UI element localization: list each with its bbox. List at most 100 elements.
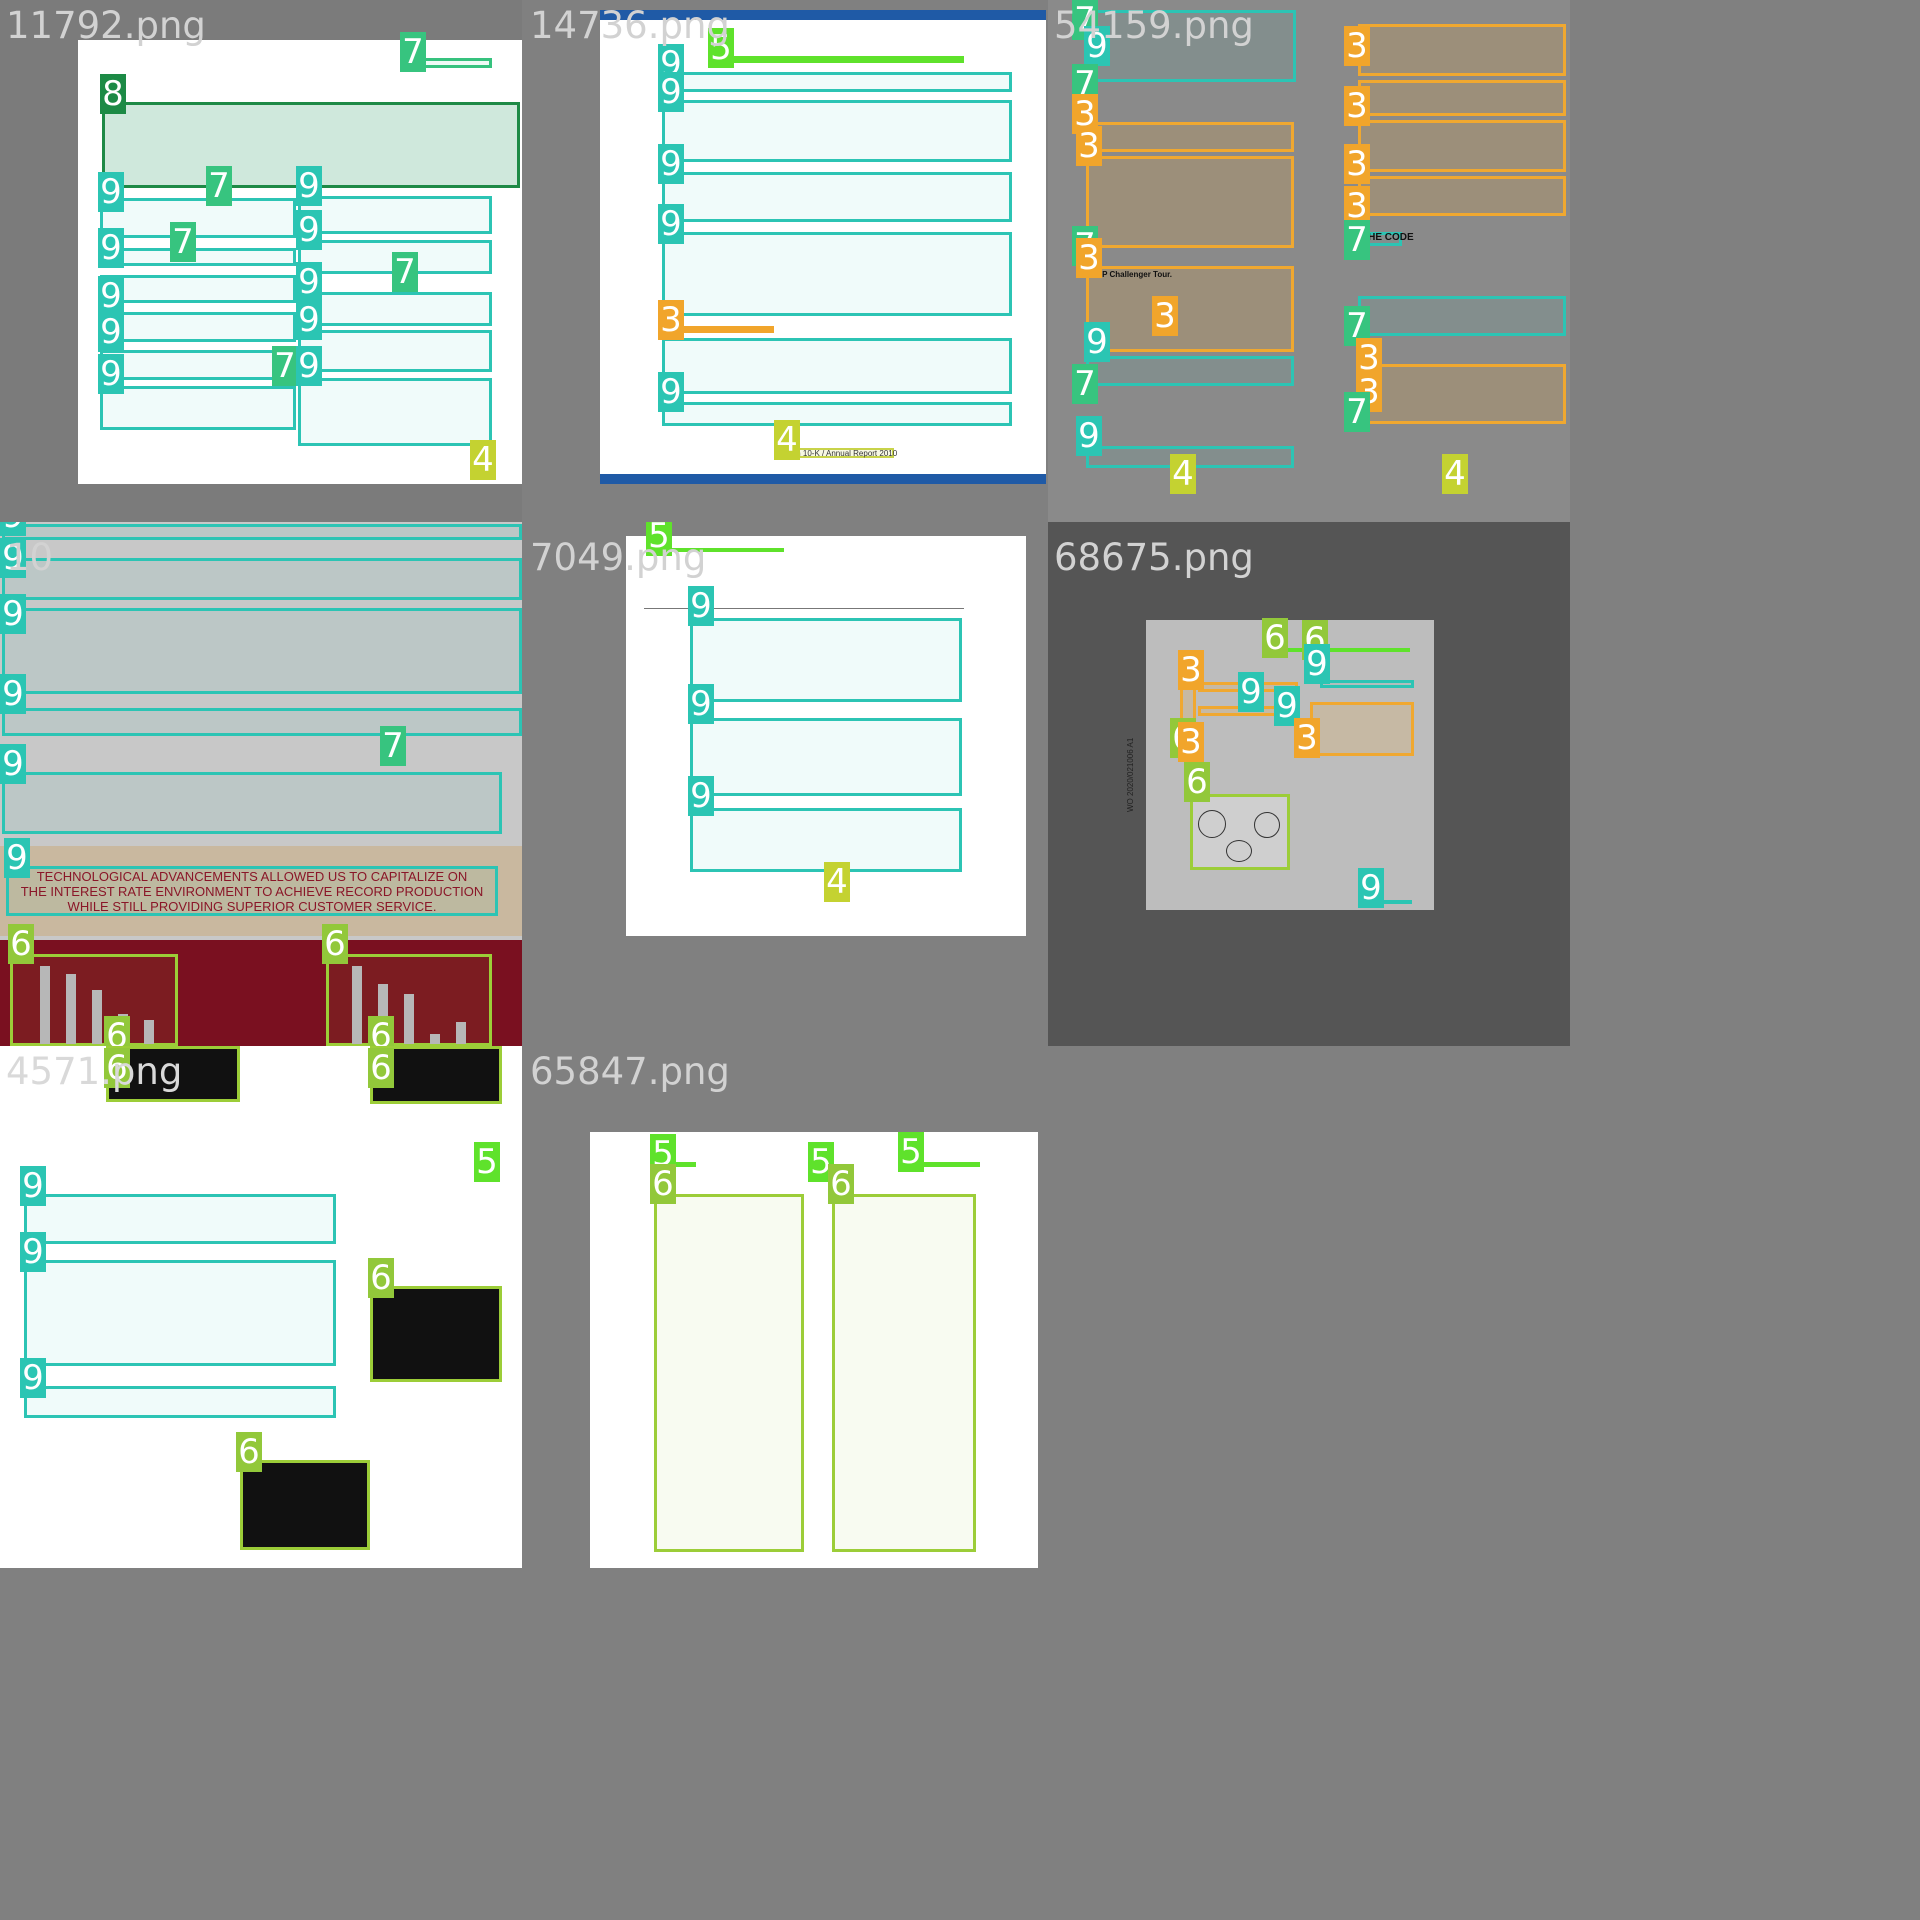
label-section: 3 [1178, 722, 1204, 762]
label-text: 9 [688, 586, 714, 626]
label-title: 7 [1344, 392, 1370, 432]
circle-shape [1198, 810, 1226, 838]
label-title: 7 [1344, 220, 1370, 260]
label-text: 9 [658, 204, 684, 244]
label-text: 9 [98, 172, 124, 212]
tile-4571: 4571.png 6 6 5 9 9 6 9 6 [0, 1046, 522, 1568]
label-figure: 6 [8, 924, 34, 964]
tile-filename: 10 [6, 536, 54, 579]
label-footer: 4 [774, 420, 800, 460]
tile-filename: 68675.png [1054, 536, 1254, 579]
label-figure: 6 [368, 1258, 394, 1298]
section-region [1310, 702, 1414, 756]
text-region [1320, 680, 1414, 688]
tile-filename: 14736.png [530, 4, 730, 47]
text-region [1358, 296, 1566, 336]
section-region [1358, 80, 1566, 116]
section-bar [674, 326, 774, 333]
label-text: 9 [1076, 416, 1102, 456]
label-text: 9 [1358, 868, 1384, 908]
label-section: 3 [1076, 238, 1102, 278]
publication-number: WO 2020/021006 A1 [1126, 737, 1135, 812]
label-text: 9 [296, 300, 322, 340]
label-section: 3 [1294, 718, 1320, 758]
label-text: 9 [4, 838, 30, 878]
label-title: 7 [206, 166, 232, 206]
label-figure: 6 [104, 1016, 130, 1046]
text-region [2, 608, 522, 694]
label-text: 9 [20, 1358, 46, 1398]
text-region [298, 292, 492, 326]
text-region [24, 1194, 336, 1244]
circle-shape [1226, 840, 1252, 862]
text-region [2, 524, 522, 540]
label-footer: 4 [470, 440, 496, 480]
text-region [2, 772, 502, 834]
tile-filename: 54159.png [1054, 4, 1254, 47]
margin-right [1570, 0, 1920, 1920]
tile-14736: 14736.png Form 10-K / Annual Report 2010… [524, 0, 1046, 522]
label-title: 7 [1072, 364, 1098, 404]
section-region [1358, 120, 1566, 172]
text-region [100, 275, 296, 303]
text-region [100, 312, 296, 342]
label-text: 9 [98, 354, 124, 394]
label-text: 9 [296, 346, 322, 386]
label-text: 9 [20, 1232, 46, 1272]
label-figure: 6 [368, 1016, 394, 1046]
label-table: 8 [100, 74, 126, 114]
banner-line: WHILE STILL PROVIDING SUPERIOR CUSTOMER … [67, 899, 437, 914]
label-text: 9 [296, 166, 322, 206]
label-footer: 4 [1442, 454, 1468, 494]
label-text: 9 [658, 144, 684, 184]
text-region [24, 1260, 336, 1366]
label-section: 3 [1344, 144, 1370, 184]
label-text: 9 [98, 228, 124, 268]
label-text: 9 [1084, 322, 1110, 362]
text-region [100, 386, 296, 430]
label-figure: 6 [1262, 618, 1288, 658]
text-region [100, 350, 296, 380]
section-region [1086, 122, 1294, 152]
label-text: 9 [0, 522, 26, 536]
margin-bottom [0, 1568, 1570, 1920]
label-title: 7 [170, 222, 196, 262]
label-figure: 6 [1184, 762, 1210, 802]
label-figure: 6 [368, 1048, 394, 1088]
figure-region [832, 1194, 976, 1552]
section-region [1358, 364, 1566, 424]
text-region [298, 196, 492, 234]
chart-bar [430, 1034, 440, 1044]
label-text: 9 [296, 262, 322, 302]
label-section: 3 [658, 300, 684, 340]
label-title: 7 [380, 726, 406, 766]
photo [370, 1286, 502, 1382]
label-section: 3 [1178, 650, 1204, 690]
banner-text-region: TECHNOLOGICAL ADVANCEMENTS ALLOWED US TO… [6, 866, 498, 916]
tile-filename: 4571.png [6, 1050, 183, 1093]
text-region [24, 1386, 336, 1418]
label-text: 9 [688, 684, 714, 724]
label-title: 7 [272, 346, 298, 386]
label-figure: 6 [650, 1164, 676, 1204]
text-region [298, 378, 492, 446]
chart-bar [92, 990, 102, 1044]
text-region [2, 558, 522, 600]
header-bar [916, 1162, 980, 1167]
label-text: 9 [20, 1166, 46, 1206]
label-text: 9 [0, 674, 26, 714]
tile-65847: 65847.png 5 5 5 6 6 [524, 1046, 1046, 1568]
photo [240, 1460, 370, 1550]
challenger-text: ATP Challenger Tour. [1092, 270, 1173, 279]
text-region [100, 248, 296, 266]
empty-cell [1048, 1048, 1570, 1568]
chart-bar [66, 974, 76, 1044]
label-text: 9 [658, 372, 684, 412]
section-region [1358, 24, 1566, 76]
tile-filename: 65847.png [530, 1050, 730, 1093]
label-footer: 4 [1170, 454, 1196, 494]
label-section: 3 [1344, 26, 1370, 66]
header-bar [730, 56, 964, 63]
label-text: 9 [98, 276, 124, 316]
chart-bar [456, 1022, 466, 1044]
